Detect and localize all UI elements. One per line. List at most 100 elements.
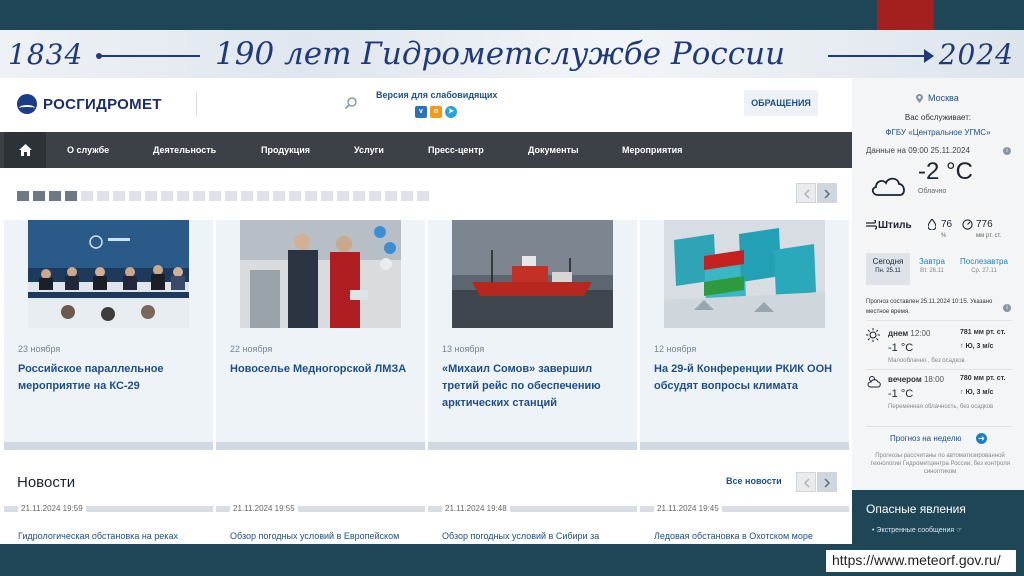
ok-icon[interactable]: o [430,106,442,118]
visually-impaired-link[interactable]: Версия для слабовидящих [376,90,497,100]
nav-item-activity[interactable]: Деятельность [153,132,216,168]
slider-dot[interactable] [353,191,365,201]
period-day-temp: -1 °C [888,342,914,354]
tab-tomorrow[interactable]: Завтра Вт. 26.11 [910,253,954,285]
slider-dot[interactable] [17,191,29,201]
home-button[interactable] [4,132,46,168]
cloud-icon [871,177,905,196]
slider-dot[interactable] [273,191,285,201]
card-bottom-bar [4,442,213,450]
arrow-right-icon[interactable]: ➜ [976,433,987,444]
tab-today[interactable]: Сегодня Пн. 25.11 [866,253,910,285]
card-title[interactable]: На 29-й Конференции РКИК ООН обсудят воп… [654,361,839,395]
news-title[interactable]: Ледовая обстановка в Охотском море [654,531,813,541]
slider-dot[interactable] [209,191,221,201]
period-evening-pressure: 780 мм рт. ст. [960,375,1006,382]
nav-item-services[interactable]: Услуги [354,132,384,168]
slider-dot[interactable] [257,191,269,201]
divider [866,426,1012,427]
period-evening-name: вечером 18:00 [888,375,945,384]
tab-date: Пн. 25.11 [875,268,901,274]
slider-dot[interactable] [241,191,253,201]
slider-dot[interactable] [33,191,45,201]
news-date: 21.11.2024 19:55 [230,504,298,513]
slider-dot[interactable] [417,191,429,201]
site-url: https://www.meteorf.gov.ru/ [826,550,1016,572]
news-title[interactable]: Гидрологическая обстановка на реках [18,531,178,541]
wind-icon [866,220,877,230]
news-title[interactable]: Обзор погодных условий в Европейском [230,531,399,541]
header-divider [196,92,197,116]
news-card[interactable]: 23 ноября Российское параллельное меропр… [4,220,213,450]
site-logo[interactable]: РОСГИДРОМЕТ [17,94,162,114]
slider-dot[interactable] [129,191,141,201]
news-next-button[interactable] [817,472,837,492]
vk-icon[interactable]: v [415,106,427,118]
slider-dot[interactable] [113,191,125,201]
card-photo [28,220,189,328]
nav-item-about[interactable]: О службе [67,132,109,168]
wind-value: Штиль [878,220,912,231]
home-icon [19,144,32,156]
danger-item[interactable]: • Экстренные сообщения ☞ [872,526,962,534]
social-links: v o ➤ [415,106,457,118]
card-title[interactable]: «Михаил Сомов» завершил третий рейс по о… [442,361,627,412]
slider-dot[interactable] [193,191,205,201]
weather-data-time: Данные на 09:00 25.11.2024 [866,146,970,155]
slider-next-button[interactable] [817,183,837,203]
divider [866,320,1012,321]
news-card[interactable]: 22 ноября Новоселье Медногорской ЛМЗА [216,220,425,450]
slider-dot[interactable] [145,191,157,201]
weather-city[interactable]: Москва [928,93,959,103]
tab-label: Послезавтра [960,257,1008,266]
chevron-left-icon [803,478,810,488]
tab-day-after[interactable]: Послезавтра Ср. 27.11 [956,253,1012,285]
tab-date: Ср. 27.11 [971,268,997,274]
slider-dot[interactable] [225,191,237,201]
news-prev-button[interactable] [796,472,816,492]
nav-item-products[interactable]: Продукция [261,132,310,168]
slider-dot[interactable] [65,191,77,201]
appeal-button[interactable]: ОБРАЩЕНИЯ [744,90,818,116]
slider-dot[interactable] [401,191,413,201]
slider-dot[interactable] [385,191,397,201]
slider-dot[interactable] [321,191,333,201]
slider-dot[interactable] [177,191,189,201]
card-photo [452,220,613,328]
news-card[interactable]: 12 ноября На 29-й Конференции РКИК ООН о… [640,220,849,450]
week-forecast-link[interactable]: Прогноз на неделю [890,434,962,443]
slider-pagination [17,191,429,201]
card-title[interactable]: Российское параллельное мероприятие на К… [18,361,203,395]
slide-top-band [0,0,1024,30]
nav-item-press[interactable]: Пресс-центр [428,132,484,168]
slider-prev-button[interactable] [796,183,816,203]
slider-dot[interactable] [369,191,381,201]
nav-item-documents[interactable]: Документы [528,132,579,168]
slider-dot[interactable] [49,191,61,201]
period-day-pressure: 781 мм рт. ст. [960,329,1006,336]
period-day-wind: ↑ Ю, 3 м/с [960,343,994,350]
period-evening-temp: -1 °C [888,388,914,400]
banner-line-left [100,55,200,57]
banner-year-end: 2024 [938,38,1014,71]
served-by-org[interactable]: ФГБУ «Центральное УГМС» [852,128,1024,137]
tab-label: Завтра [919,257,945,266]
news-title[interactable]: Обзор погодных условий в Сибири за [442,531,599,541]
slider-dot[interactable] [305,191,317,201]
news-card[interactable]: 13 ноября «Михаил Сомов» завершил третий… [428,220,637,450]
slider-dot[interactable] [161,191,173,201]
period-day-desc: Малооблачно , без осадков [888,358,965,364]
nav-item-events[interactable]: Мероприятия [622,132,682,168]
card-title[interactable]: Новоселье Медногорской ЛМЗА [230,361,415,378]
slider-dot[interactable] [97,191,109,201]
slider-dot[interactable] [337,191,349,201]
humidity-unit: % [941,233,947,239]
divider [866,369,1012,370]
slider-dot[interactable] [81,191,93,201]
telegram-icon[interactable]: ➤ [445,106,457,118]
info-icon[interactable]: i [1003,304,1011,312]
all-news-link[interactable]: Все новости [726,476,782,486]
info-icon[interactable]: i [1003,147,1011,155]
slider-dot[interactable] [289,191,301,201]
search-icon[interactable] [344,96,358,110]
